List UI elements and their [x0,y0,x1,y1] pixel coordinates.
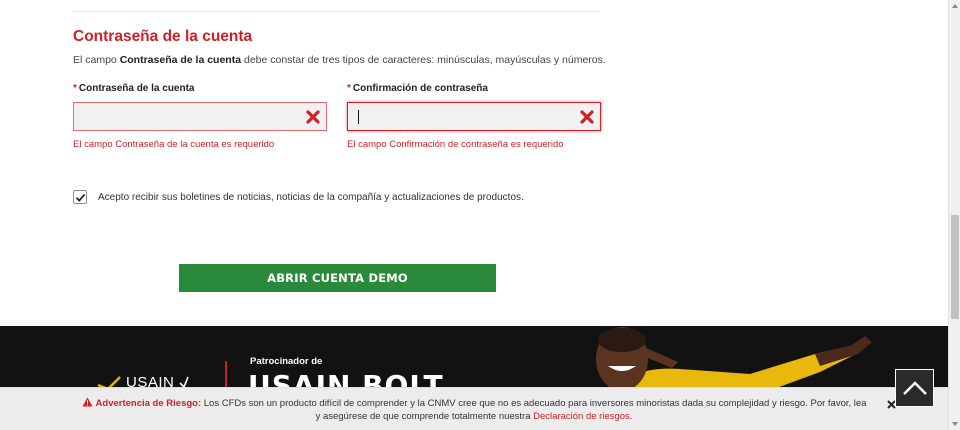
risk-warning-line2: y asegúrese de que comprende totalmente … [0,411,948,422]
newsletter-consent: Acepto recibir sus boletines de noticias… [73,190,524,204]
scroll-down-arrow-icon[interactable] [951,420,959,428]
confirm-password-error: El campo Confirmación de contraseña es r… [347,139,564,150]
password-error: El campo Contraseña de la cuenta es requ… [73,139,275,150]
text-caret [358,110,359,124]
risk-warning-bar: Advertencia de Riesgo: Los CFDs son un p… [0,387,948,430]
password-label: * Contraseña de la cuenta [73,83,327,97]
risk-warning-text: Los CFDs son un producto difícil de comp… [201,398,867,409]
newsletter-checkbox[interactable] [73,190,87,204]
checkmark-icon [75,193,86,202]
confirm-password-input[interactable] [348,103,600,130]
password-input-wrapper [73,102,327,131]
newsletter-consent-label: Acepto recibir sus boletines de noticias… [98,191,524,203]
password-input[interactable] [74,103,326,130]
description-prefix: El campo [73,54,120,66]
sponsor-label: Patrocinador de [250,356,323,367]
risk-warning-text2: y asegúrese de que comprende totalmente … [315,411,534,422]
scroll-up-arrow-icon[interactable] [951,2,959,10]
top-divider [73,11,600,12]
risk-warning-line1: Advertencia de Riesgo: Los CFDs son un p… [0,397,948,409]
error-x-icon [579,109,595,125]
chevron-up-icon [902,381,927,395]
section-description: El campo Contraseña de la cuenta debe co… [73,54,606,66]
open-demo-account-button[interactable]: ABRIR CUENTA DEMO [179,264,496,292]
risk-warning-title: Advertencia de Riesgo: [95,398,202,409]
confirm-password-label-text: Confirmación de contraseña [352,83,488,94]
risk-warning-end: . [629,411,633,422]
confirm-password-field-group: * Confirmación de contraseña El campo Con… [347,83,601,150]
confirm-password-label: * Confirmación de contraseña [347,83,601,97]
password-label-text: Contraseña de la cuenta [78,83,195,94]
description-bold: Contraseña de la cuenta [119,54,242,66]
required-mark: * [73,83,77,94]
scroll-to-top-button[interactable] [895,369,934,407]
warning-triangle-icon [82,397,93,407]
page-scrollbar[interactable] [948,0,960,430]
password-field-group: * Contraseña de la cuenta El campo Contra… [73,83,327,150]
error-x-icon [305,109,321,125]
required-mark: * [347,83,351,94]
confirm-password-input-wrapper [347,102,601,131]
description-suffix: debe constar de tres tipos de caracteres… [241,54,606,66]
risk-declaration-link[interactable]: Declaración de riesgos [533,411,630,422]
section-title: Contraseña de la cuenta [73,28,253,45]
scrollbar-thumb[interactable] [951,215,959,319]
